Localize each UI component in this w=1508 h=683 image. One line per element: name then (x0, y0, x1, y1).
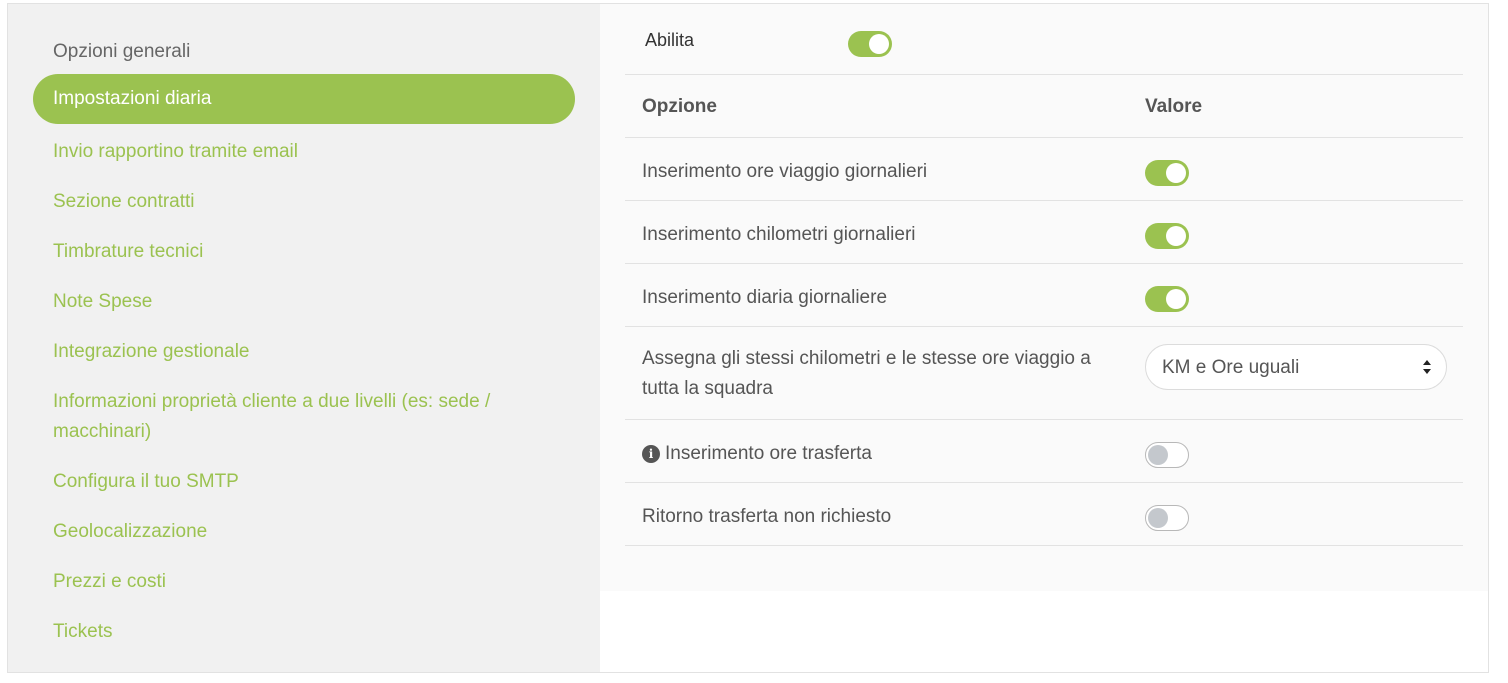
sidebar-item-geolocation[interactable]: Geolocalizzazione (33, 517, 575, 547)
sidebar-item-smtp[interactable]: Configura il tuo SMTP (33, 467, 575, 497)
option-label: Inserimento chilometri giornalieri (642, 224, 916, 245)
option-row-transfer-return: Ritorno trasferta non richiesto (625, 483, 1463, 546)
settings-sidebar: Opzioni generali Impostazioni diaria Inv… (8, 4, 600, 672)
option-label: Ritorno trasferta non richiesto (642, 506, 892, 527)
enable-toggle[interactable] (848, 31, 892, 57)
transfer-return-toggle[interactable] (1145, 505, 1189, 531)
daily-kilometers-toggle[interactable] (1145, 223, 1189, 249)
settings-window: Opzioni generali Impostazioni diaria Inv… (7, 3, 1489, 673)
toggle-knob (1166, 163, 1186, 183)
toggle-knob (1148, 508, 1168, 528)
option-label: Assegna gli stessi chilometri e le stess… (642, 348, 1091, 399)
daily-allowance-toggle[interactable] (1145, 286, 1189, 312)
settings-content: Abilita Opzione Valore Inserimento ore v… (600, 4, 1488, 591)
sidebar-item-technician-clocking[interactable]: Timbrature tecnici (33, 237, 575, 267)
option-label: Inserimento diaria giornaliere (642, 287, 888, 308)
toggle-knob (1148, 445, 1168, 465)
table-header-row: Opzione Valore (625, 75, 1463, 138)
options-table: Opzione Valore Inserimento ore viaggio g… (625, 75, 1463, 546)
info-icon[interactable]: i (642, 445, 660, 463)
sidebar-item-general-options[interactable]: Opzioni generali (33, 37, 575, 67)
sidebar-item-prices-costs[interactable]: Prezzi e costi (33, 567, 575, 597)
enable-label: Abilita (645, 30, 695, 50)
sidebar-item-management-integration[interactable]: Integrazione gestionale (33, 337, 575, 367)
option-row-daily-kilometers: Inserimento chilometri giornalieri (625, 201, 1463, 264)
option-label: Inserimento ore trasferta (665, 443, 872, 464)
sidebar-item-two-level-customer-info[interactable]: Informazioni proprietà cliente a due liv… (33, 387, 533, 447)
option-label: Inserimento ore viaggio giornalieri (642, 161, 928, 182)
sidebar-item-daily-allowance-settings[interactable]: Impostazioni diaria (33, 74, 575, 124)
column-header-value: Valore (1145, 96, 1203, 117)
team-assignment-select[interactable]: KM e Ore uguali (1145, 344, 1447, 390)
sort-arrows-icon (1423, 360, 1431, 374)
daily-travel-hours-toggle[interactable] (1145, 160, 1189, 186)
toggle-knob (869, 34, 889, 54)
sidebar-item-expense-notes[interactable]: Note Spese (33, 287, 575, 317)
option-row-team-assignment: Assegna gli stessi chilometri e le stess… (625, 327, 1463, 420)
sidebar-item-tickets[interactable]: Tickets (33, 617, 575, 647)
option-row-transfer-hours: i Inserimento ore trasferta (625, 420, 1463, 483)
column-header-option: Opzione (642, 96, 717, 117)
option-row-daily-travel-hours: Inserimento ore viaggio giornalieri (625, 138, 1463, 201)
toggle-knob (1166, 289, 1186, 309)
option-row-daily-allowance: Inserimento diaria giornaliere (625, 264, 1463, 327)
enable-row: Abilita (625, 4, 1463, 75)
sidebar-item-contracts[interactable]: Sezione contratti (33, 187, 575, 217)
transfer-hours-toggle[interactable] (1145, 442, 1189, 468)
toggle-knob (1166, 226, 1186, 246)
select-value: KM e Ore uguali (1162, 357, 1300, 378)
sidebar-item-email-report[interactable]: Invio rapportino tramite email (33, 137, 575, 167)
option-label-wrapper: i Inserimento ore trasferta (642, 439, 1092, 469)
